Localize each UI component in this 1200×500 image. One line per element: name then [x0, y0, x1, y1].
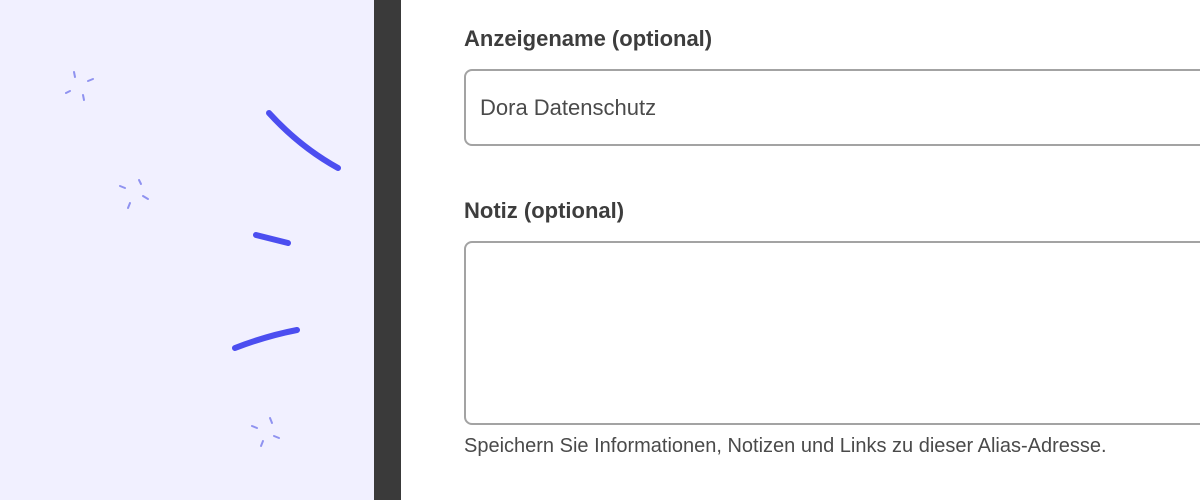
display-name-label: Anzeigename (optional) — [464, 26, 713, 51]
modal-divider — [374, 0, 401, 500]
sparkle-icon — [251, 417, 280, 447]
confetti-illustration — [65, 71, 341, 447]
confetti-stroke-icon — [232, 327, 300, 351]
confetti-stroke-icon — [266, 110, 341, 171]
confetti-stroke-icon — [253, 232, 291, 246]
display-name-input[interactable] — [464, 69, 1200, 146]
alias-form: Anzeigename (optional) Notiz (optional) … — [401, 0, 1200, 500]
sparkle-icon — [119, 179, 149, 209]
note-label: Notiz (optional) — [464, 198, 625, 223]
note-textarea[interactable] — [464, 241, 1200, 425]
alias-edit-screen: Anzeigename (optional) Notiz (optional) … — [0, 0, 1200, 500]
illustration-panel — [0, 0, 374, 500]
sparkle-icon — [65, 71, 94, 101]
note-helper-text: Speichern Sie Informationen, Notizen und… — [464, 435, 1107, 457]
